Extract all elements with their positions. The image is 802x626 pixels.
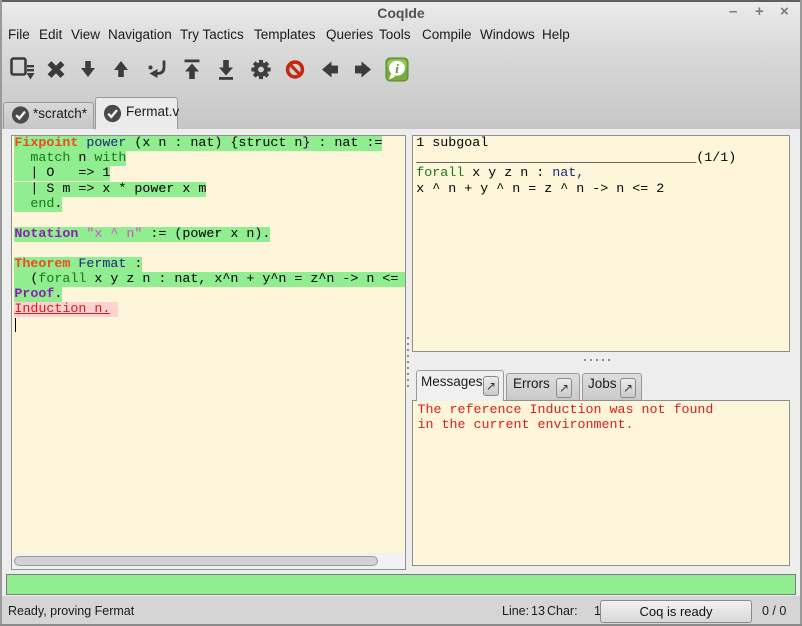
svg-text:i: i (395, 61, 399, 76)
